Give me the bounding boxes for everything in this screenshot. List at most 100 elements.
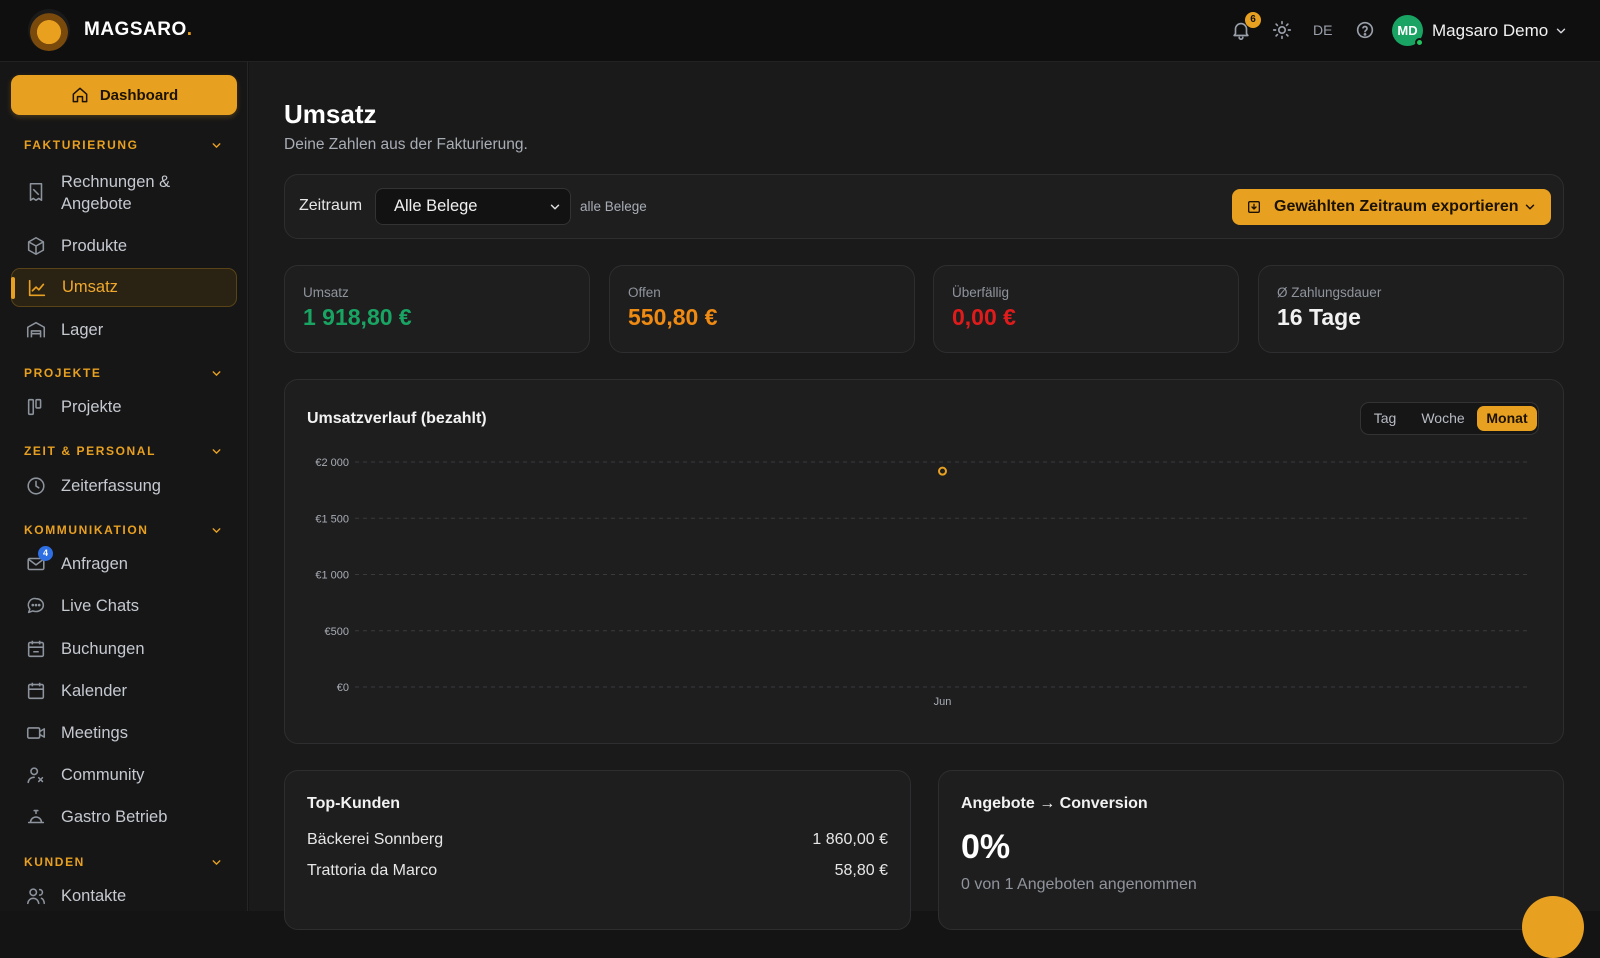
kanban-icon — [27, 398, 42, 416]
sidebar-item-label: Kontakte — [61, 886, 127, 905]
kpi-label: Offen — [628, 285, 661, 300]
online-indicator — [1415, 38, 1424, 47]
sidebar-item-label: Meetings — [61, 723, 128, 742]
sidebar-item-gastro[interactable]: Gastro Betrieb — [11, 797, 237, 837]
chat-bubble-icon — [27, 597, 45, 614]
sidebar-item-label: Gastro Betrieb — [61, 807, 168, 826]
kpi-card-ueberfaellig: Überfällig 0,00 € — [933, 265, 1239, 353]
sidebar-item-rechnungen[interactable]: Rechnungen & Angebote — [11, 171, 237, 215]
kpi-label: Ø Zahlungsdauer — [1277, 285, 1382, 300]
section-fakturierung[interactable]: FAKTURIERUNG — [24, 138, 139, 152]
warehouse-icon — [26, 321, 46, 338]
sidebar-item-produkte[interactable]: Produkte — [11, 226, 237, 266]
sidebar-item-kalender[interactable]: Kalender — [11, 671, 237, 711]
video-camera-icon — [26, 727, 46, 739]
kpi-value: 0,00 € — [952, 304, 1016, 330]
box-icon — [27, 236, 45, 256]
kpi-label: Umsatz — [303, 285, 349, 300]
sidebar-item-label: Projekte — [61, 397, 122, 416]
sidebar-item-label: Umsatz — [62, 278, 118, 296]
customer-name[interactable]: Trattoria da Marco — [307, 862, 437, 880]
sidebar-item-umsatz[interactable]: Umsatz — [11, 268, 237, 307]
kpi-value: 550,80 € — [628, 304, 718, 330]
toggle-monat[interactable]: Monat — [1477, 406, 1537, 431]
avatar[interactable]: MD — [1392, 15, 1424, 47]
floating-action-button[interactable] — [1522, 896, 1584, 958]
page-subtitle: Deine Zahlen aus der Fakturierung. — [284, 136, 528, 153]
export-button[interactable]: Gewählten Zeitraum exportieren — [1232, 189, 1551, 225]
sun-icon[interactable] — [1271, 19, 1293, 41]
sidebar-item-meetings[interactable]: Meetings — [11, 713, 237, 753]
sidebar-item-live-chats[interactable]: Live Chats — [11, 586, 237, 626]
zeitraum-label: Zeitraum — [299, 197, 363, 214]
zeitraum-select-value: Alle Belege — [394, 197, 478, 215]
anfragen-badge: 4 — [38, 546, 53, 561]
chevron-down-icon — [1525, 204, 1535, 210]
y-tick-label: €500 — [325, 626, 349, 638]
kpi-value: 16 Tage — [1277, 304, 1361, 330]
chevron-down-icon[interactable] — [210, 524, 223, 537]
service-bell-icon — [27, 809, 45, 824]
data-point[interactable] — [938, 466, 947, 476]
receipt-icon — [29, 182, 43, 202]
conversion-card — [938, 770, 1564, 930]
customer-name[interactable]: Bäckerei Sonnberg — [307, 831, 443, 849]
calendar-icon — [27, 682, 45, 700]
customer-value: 1 860,00 € — [812, 831, 888, 848]
page-title: Umsatz — [284, 99, 377, 129]
chevron-down-icon[interactable] — [210, 139, 223, 152]
customer-value: 58,80 € — [834, 862, 888, 879]
granularity-toggle: Tag Woche Monat — [1360, 402, 1539, 435]
sidebar-item-label: Zeiterfassung — [61, 476, 161, 495]
kpi-value: 1 918,80 € — [303, 304, 412, 330]
sidebar-item-lager[interactable]: Lager — [11, 310, 237, 350]
brand-name[interactable]: MAGSARO. — [84, 19, 193, 41]
y-tick-label: €0 — [337, 682, 349, 694]
zeitraum-select[interactable]: Alle Belege — [375, 188, 571, 225]
calendar-check-icon — [27, 640, 45, 658]
section-kommunikation[interactable]: KOMMUNIKATION — [24, 523, 149, 537]
home-icon — [72, 87, 88, 103]
sidebar-item-community[interactable]: Community — [11, 755, 237, 795]
help-icon[interactable] — [1354, 19, 1376, 41]
kpi-card-offen: Offen 550,80 € — [609, 265, 915, 353]
chevron-down-icon — [550, 204, 560, 210]
sidebar-item-label: Community — [61, 765, 145, 784]
sidebar-item-buchungen[interactable]: Buchungen — [11, 629, 237, 669]
sidebar-item-label: Buchungen — [61, 639, 145, 658]
sidebar-item-kontakte[interactable]: Kontakte — [11, 876, 237, 916]
sidebar-item-label: Anfragen — [61, 554, 128, 573]
kpi-card-umsatz: Umsatz 1 918,80 € — [284, 265, 590, 353]
user-name[interactable]: Magsaro Demo — [1432, 21, 1548, 41]
chevron-down-icon[interactable] — [210, 445, 223, 458]
sidebar-item-label: Lager — [61, 320, 104, 339]
kpi-card-zahlungsdauer: Ø Zahlungsdauer 16 Tage — [1258, 265, 1564, 353]
sidebar-item-zeiterfassung[interactable]: Zeiterfassung — [11, 466, 237, 506]
zeitraum-hint: alle Belege — [580, 199, 647, 214]
toggle-tag[interactable]: Tag — [1365, 406, 1405, 431]
revenue-chart: €0 €500 €1 000 €1 500 €2 000 Jun — [315, 457, 1530, 708]
dashboard-button[interactable]: Dashboard — [11, 75, 237, 115]
y-tick-label: €2 000 — [315, 457, 349, 469]
section-projekte[interactable]: PROJEKTE — [24, 366, 101, 380]
clock-icon — [27, 477, 45, 495]
top-kunden-card — [284, 770, 911, 930]
sidebar-item-label: Produkte — [61, 236, 128, 255]
chevron-down-icon[interactable] — [210, 367, 223, 380]
conversion-title: Angebote → Conversion — [961, 795, 1148, 812]
x-tick-label: Jun — [934, 696, 952, 708]
download-icon — [1248, 201, 1260, 213]
dashboard-label: Dashboard — [99, 86, 179, 104]
wolf-logo-icon[interactable] — [28, 9, 70, 51]
sidebar-item-label: Kalender — [61, 681, 128, 700]
contacts-icon — [26, 888, 46, 905]
toggle-woche[interactable]: Woche — [1411, 406, 1475, 431]
sidebar-item-projekte[interactable]: Projekte — [11, 387, 237, 427]
section-kunden[interactable]: KUNDEN — [24, 855, 85, 869]
sidebar-item-label: Angebote — [61, 195, 132, 213]
language-switch[interactable]: DE — [1313, 22, 1332, 38]
chevron-down-icon[interactable] — [1554, 24, 1568, 38]
chevron-down-icon[interactable] — [210, 856, 223, 869]
export-label: Gewählten Zeitraum exportieren — [1274, 198, 1519, 215]
section-zeit-personal[interactable]: ZEIT & PERSONAL — [24, 444, 156, 458]
